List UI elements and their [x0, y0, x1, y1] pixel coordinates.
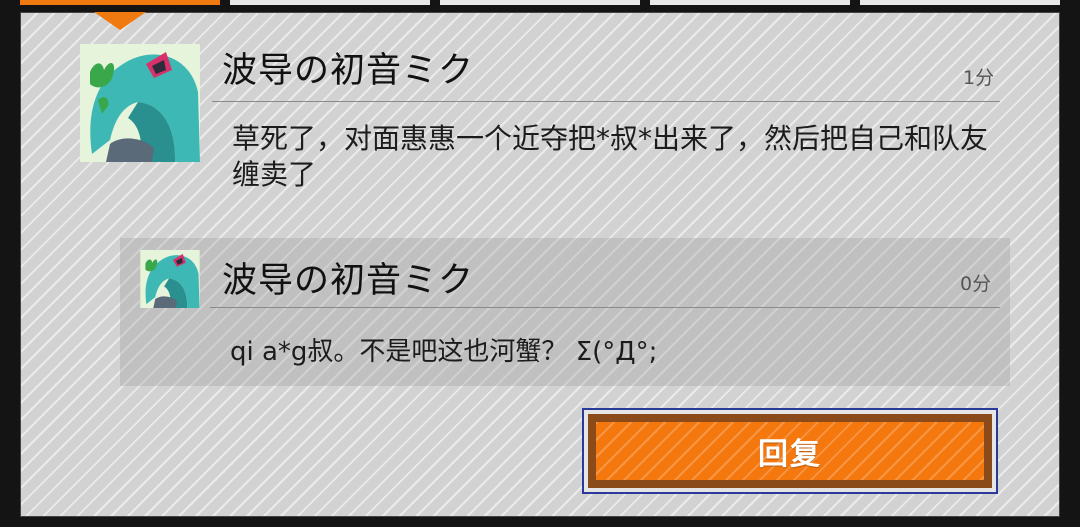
post-content: 草死了，对面惠惠一个近夺把*叔*出来了，然后把自己和队友缠卖了 [232, 122, 989, 191]
tab-strip [0, 0, 1080, 6]
miku-avatar-icon[interactable] [140, 250, 200, 308]
reply-button[interactable]: 回复 [588, 414, 992, 488]
post-username[interactable]: 波导の初音ミク [222, 54, 474, 89]
tab-4[interactable] [650, 0, 850, 5]
tab-pointer [94, 12, 146, 30]
reply-button-label: 回复 [758, 437, 822, 472]
reply-content: qi a*g叔。不是吧这也河蟹？ Σ(°Д°; [230, 337, 658, 367]
tab-2[interactable] [230, 0, 430, 5]
post-time: 1分 [963, 67, 995, 89]
tab-5[interactable] [860, 0, 1060, 5]
reply-button-face[interactable]: 回复 [596, 422, 984, 480]
reply-username[interactable]: 波导の初音ミク [222, 264, 474, 299]
post-divider [212, 101, 1000, 102]
miku-avatar-icon[interactable] [80, 44, 200, 162]
tab-3[interactable] [440, 0, 640, 5]
tab-active[interactable] [20, 0, 220, 5]
reply-divider [210, 307, 1000, 308]
reply-time: 0分 [960, 273, 992, 295]
